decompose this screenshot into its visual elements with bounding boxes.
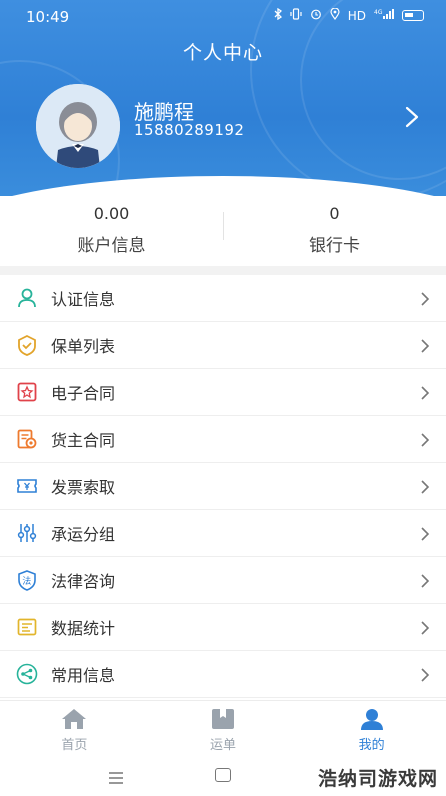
chevron-right-icon [420,338,430,354]
person-icon [16,287,38,309]
sliders-icon [16,522,38,544]
bottom-tab-bar: 首页 运单 我的 [0,700,446,756]
cargo-contract-icon [16,428,38,450]
page-title: 个人中心 [182,42,263,64]
chevron-right-icon[interactable] [402,105,422,129]
vibrate-icon [290,8,302,23]
bank-card-count: 0 [329,204,340,223]
status-icons: HD 4G [274,7,424,23]
menu-item-label: 认证信息 [51,290,116,309]
bank-card-stat[interactable]: 0 银行卡 [223,196,446,266]
menu-item-shipper-contract[interactable]: 货主合同 [0,416,446,463]
bluetooth-icon [274,7,282,23]
share-icon [16,663,38,685]
waybill-icon [209,707,237,731]
contract-seal-icon [16,381,38,403]
account-balance: 0.00 [93,204,130,223]
menu-item-label: 发票索取 [51,478,116,497]
avatar[interactable] [36,84,120,168]
tab-label: 首页 [61,738,88,753]
status-time: 10:49 [26,8,70,26]
home-button-icon[interactable] [215,768,231,782]
chevron-right-icon [420,620,430,636]
profile-icon [358,707,386,731]
user-phone: 15880289192 [134,121,245,139]
menu-item-label: 法律咨询 [51,572,116,591]
battery-icon [402,10,424,21]
chevron-right-icon [420,291,430,307]
menu-item-certification[interactable]: 认证信息 [0,275,446,322]
menu-list: 认证信息 保单列表 电子合同 货主合同 发票索取 承运分组 法 法律咨询 数据统… [0,275,446,698]
menu-item-carrier-groups[interactable]: 承运分组 [0,510,446,557]
tab-home[interactable]: 首页 [0,701,149,756]
bank-card-label: 银行卡 [309,236,360,256]
chevron-right-icon [420,385,430,401]
law-shield-icon: 法 [16,569,38,591]
home-icon [60,707,88,731]
data-stats-icon [16,616,38,638]
menu-item-label: 货主合同 [51,431,116,450]
menu-item-policy-list[interactable]: 保单列表 [0,322,446,369]
svg-text:法: 法 [22,575,31,587]
menu-item-invoice-request[interactable]: 发票索取 [0,463,446,510]
signal-icon: 4G [374,8,394,23]
status-bar: 10:49 HD 4G [0,0,446,32]
menu-item-label: 保单列表 [51,337,116,356]
tab-profile[interactable]: 我的 [297,701,446,756]
chevron-right-icon [420,432,430,448]
alarm-icon [310,8,322,23]
account-info-stat[interactable]: 0.00 账户信息 [0,196,223,266]
menu-item-label: 常用信息 [51,666,116,685]
chevron-right-icon [420,667,430,683]
svg-text:4G: 4G [374,9,383,16]
tab-label: 运单 [210,738,237,753]
shield-check-icon [16,334,38,356]
account-info-label: 账户信息 [77,236,146,256]
invoice-icon [16,475,38,497]
profile-header: 10:49 HD 4G 个人中心 施鹏程 15880289192 [0,0,446,196]
menu-item-label: 承运分组 [51,525,116,544]
menu-item-label: 数据统计 [51,619,116,638]
watermark: 浩纳司游戏网 [318,768,439,790]
tab-waybill[interactable]: 运单 [149,701,298,756]
menu-item-data-statistics[interactable]: 数据统计 [0,604,446,651]
menu-item-e-contract[interactable]: 电子合同 [0,369,446,416]
chevron-right-icon [420,526,430,542]
chevron-right-icon [420,479,430,495]
menu-item-common-info[interactable]: 常用信息 [0,651,446,698]
location-icon [330,7,340,23]
network-label: HD [347,8,366,23]
menu-icon[interactable] [108,769,124,784]
tab-label: 我的 [358,738,385,753]
menu-item-label: 电子合同 [51,384,116,403]
divider [223,212,224,240]
chevron-right-icon [420,573,430,589]
section-gap [0,266,446,275]
menu-item-legal-consulting[interactable]: 法 法律咨询 [0,557,446,604]
